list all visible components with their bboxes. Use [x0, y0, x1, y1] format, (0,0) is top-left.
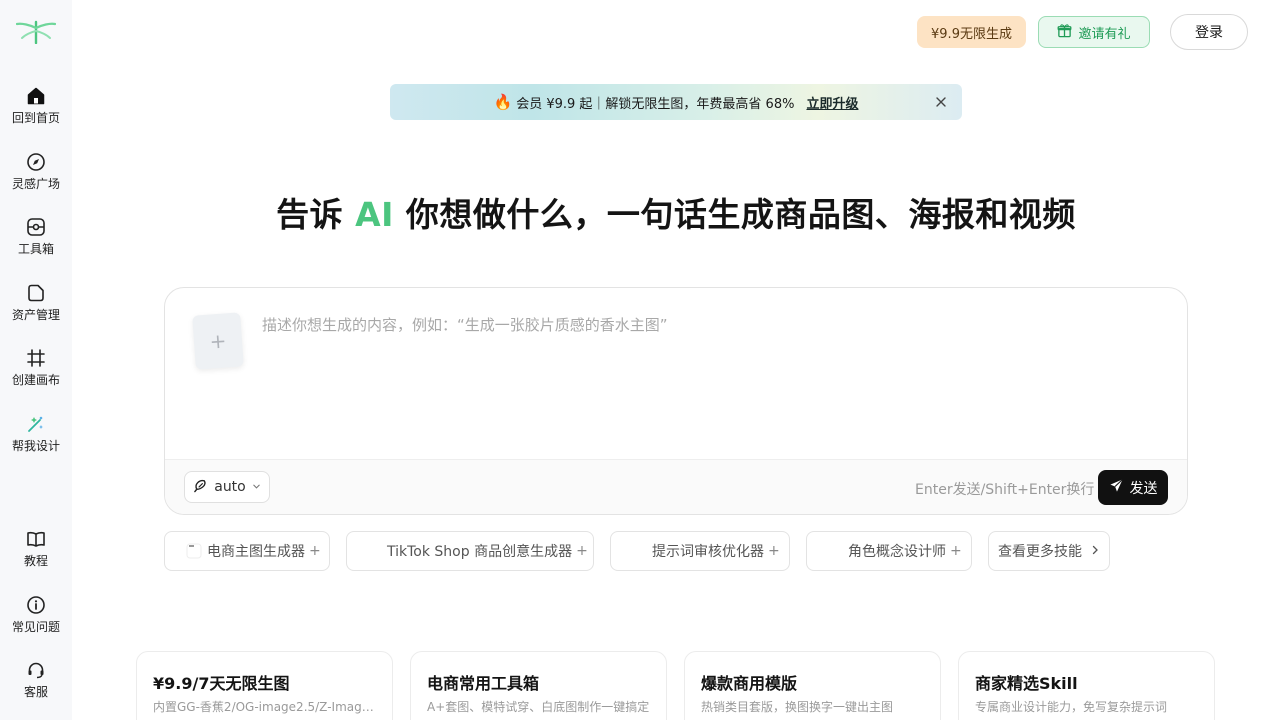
feature-card-toolbox[interactable]: 电商常用工具箱 A+套图、模特试穿、白底图制作一键搞定 — [410, 651, 667, 720]
close-icon[interactable] — [934, 95, 948, 109]
info-icon — [26, 595, 46, 615]
shortcut-hint: Enter发送/Shift+Enter换行 — [915, 482, 1095, 498]
sidebar-item-home[interactable]: 回到首页 — [0, 86, 72, 126]
skill-thumbnail-icon — [185, 542, 203, 560]
card-desc: 专属商业设计能力，免写复杂提示词 — [975, 700, 1168, 714]
send-button[interactable]: 发送 — [1098, 470, 1168, 505]
chevron-right-icon — [1090, 543, 1100, 559]
sidebar-item-inspiration[interactable]: 灵感广场 — [0, 152, 72, 192]
sidebar-item-label: 教程 — [23, 554, 48, 568]
membership-banner: 🔥 会员 ¥9.9 起｜解锁无限生图，年费最高省 68% 立即升级 — [390, 84, 962, 120]
feature-card-templates[interactable]: 爆款商用模版 热销类目套版，换图换字一键出主图 — [684, 651, 941, 720]
skill-label: TikTok Shop 商品创意生成器 — [387, 544, 573, 560]
sidebar-item-label: 回到首页 — [11, 111, 60, 125]
sidebar-item-design-for-me[interactable]: 帮我设计 — [0, 414, 72, 454]
skill-chip-tiktok-shop[interactable]: TikTok Shop 商品创意生成器 + — [346, 531, 594, 571]
composer-footer: auto Enter发送/Shift+Enter换行 发送 — [165, 459, 1187, 514]
skill-label: 角色概念设计师 — [848, 544, 946, 560]
add-icon: + — [950, 543, 962, 559]
gift-icon — [1057, 23, 1072, 42]
card-title: ¥9.9/7天无限生图 — [153, 674, 290, 693]
title-prefix: 告诉 — [276, 195, 356, 234]
plus-icon: + — [208, 328, 228, 354]
sidebar-item-label: 帮我设计 — [11, 439, 60, 453]
skill-chip-prompt-optimizer[interactable]: 提示词审核优化器 + — [610, 531, 790, 571]
upgrade-link[interactable]: 立即升级 — [806, 93, 858, 112]
card-title: 电商常用工具箱 — [427, 674, 540, 693]
prompt-input[interactable] — [262, 314, 1142, 414]
fire-icon: 🔥 — [493, 93, 513, 111]
folder-icon — [26, 283, 46, 303]
sidebar-item-label: 资产管理 — [11, 308, 60, 322]
paper-plane-icon — [1109, 478, 1124, 497]
headset-icon — [26, 660, 46, 680]
model-icon — [193, 478, 208, 497]
unlimited-promo-button[interactable]: ¥9.9无限生成 — [917, 16, 1026, 48]
add-icon: + — [309, 543, 321, 559]
model-value: auto — [214, 479, 246, 495]
card-title: 爆款商用模版 — [701, 674, 798, 693]
prompt-composer: + auto Enter发送/Shift+Enter换行 发送 — [164, 287, 1188, 515]
card-desc: 内置GG-香蕉2/OG-image2.5/Z-Image 等多款模型 — [153, 700, 378, 714]
dragonfly-logo[interactable] — [15, 20, 57, 45]
sidebar-item-tutorial[interactable]: 教程 — [0, 529, 72, 569]
banner-text: 会员 ¥9.9 起｜解锁无限生图，年费最高省 68% — [516, 96, 795, 112]
skill-label: 提示词审核优化器 — [652, 544, 764, 560]
sidebar: 回到首页 灵感广场 工具箱 资产管理 创建画布 帮我设计 教程 常见问题 客服 — [0, 0, 72, 720]
compass-icon — [26, 152, 46, 172]
sidebar-item-label: 常见问题 — [11, 620, 60, 634]
skill-chip-ecommerce-main-image[interactable]: 电商主图生成器 + — [164, 531, 330, 571]
upload-image-button[interactable]: + — [192, 312, 244, 370]
model-selector[interactable]: auto — [184, 471, 270, 503]
login-button[interactable]: 登录 — [1170, 14, 1248, 50]
book-icon — [26, 529, 46, 549]
feature-card-unlimited[interactable]: ¥9.9/7天无限生图 内置GG-香蕉2/OG-image2.5/Z-Image… — [136, 651, 393, 720]
sidebar-item-support[interactable]: 客服 — [0, 660, 72, 700]
invite-button[interactable]: 邀请有礼 — [1038, 16, 1150, 48]
sidebar-item-label: 创建画布 — [11, 373, 60, 387]
card-desc: 热销类目套版，换图换字一键出主图 — [701, 700, 894, 714]
sidebar-item-faq[interactable]: 常见问题 — [0, 595, 72, 635]
design-wand-icon — [26, 414, 46, 434]
sidebar-item-label: 客服 — [23, 685, 48, 699]
chevron-down-icon — [252, 479, 261, 495]
more-skills-label: 查看更多技能 — [998, 544, 1082, 560]
add-icon: + — [576, 543, 588, 559]
skill-label: 电商主图生成器 — [207, 544, 305, 560]
title-highlight: AI — [355, 195, 394, 234]
add-icon: + — [768, 543, 780, 559]
skill-chip-character-concept[interactable]: 角色概念设计师 + — [806, 531, 972, 571]
promo-label: ¥9.9无限生成 — [931, 26, 1012, 42]
card-title: 商家精选Skill — [975, 674, 1078, 693]
sidebar-item-create-canvas[interactable]: 创建画布 — [0, 348, 72, 388]
sidebar-item-assets[interactable]: 资产管理 — [0, 283, 72, 323]
more-skills-button[interactable]: 查看更多技能 — [988, 531, 1110, 571]
home-icon — [26, 86, 46, 106]
sidebar-item-label: 工具箱 — [17, 242, 54, 256]
card-desc: A+套图、模特试穿、白底图制作一键搞定 — [427, 700, 650, 714]
title-suffix: 你想做什么，一句话生成商品图、海报和视频 — [393, 195, 1076, 234]
send-label: 发送 — [1129, 480, 1158, 497]
page-title: 告诉 AI 你想做什么，一句话生成商品图、海报和视频 — [0, 188, 1280, 236]
canvas-crop-icon — [26, 348, 46, 368]
login-label: 登录 — [1195, 25, 1223, 41]
invite-label: 邀请有礼 — [1078, 26, 1131, 42]
feature-card-skills[interactable]: 商家精选Skill 专属商业设计能力，免写复杂提示词 — [958, 651, 1215, 720]
